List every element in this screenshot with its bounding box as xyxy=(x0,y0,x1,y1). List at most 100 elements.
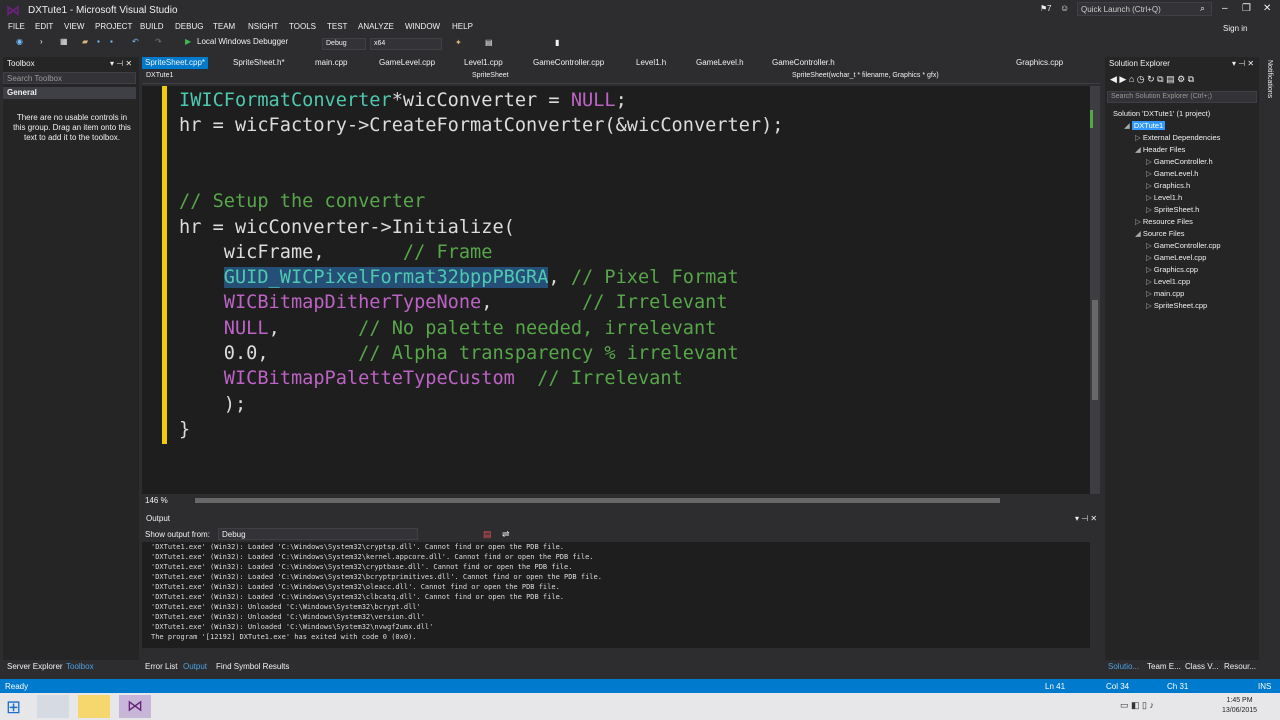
expand-arrow-icon[interactable]: ▷ xyxy=(1146,253,1154,262)
expand-arrow-icon[interactable]: ▷ xyxy=(1146,277,1154,286)
menu-nsight[interactable]: NSIGHT xyxy=(248,22,278,31)
expand-arrow-icon[interactable]: ▷ xyxy=(1135,133,1143,142)
tab-server-explorer[interactable]: Server Explorer xyxy=(7,662,63,671)
tab-class-view[interactable]: Class V... xyxy=(1185,662,1219,671)
back-icon[interactable]: ◉ xyxy=(16,37,23,46)
editor-hscroll-thumb[interactable] xyxy=(195,498,1000,503)
tree-item[interactable]: ▷ Graphics.h xyxy=(1146,180,1190,192)
tab-team-explorer[interactable]: Team E... xyxy=(1147,662,1181,671)
maximize-button[interactable]: ❐ xyxy=(1242,3,1251,14)
code-line[interactable]: hr = wicConverter->Initialize( xyxy=(179,215,515,240)
back-icon[interactable]: ◀ ▶ ⌂ ◷ ↻ ⧉ ▤ ⚙ ⧉ xyxy=(1110,74,1194,85)
expand-arrow-icon[interactable]: ▷ xyxy=(1146,157,1154,166)
tree-item[interactable]: ▷ GameLevel.h xyxy=(1146,168,1198,180)
tab-gamelevel-h[interactable]: GameLevel.h xyxy=(693,57,747,69)
menu-team[interactable]: TEAM xyxy=(213,22,235,31)
expand-arrow-icon[interactable]: ▷ xyxy=(1146,289,1154,298)
expand-arrow-icon[interactable]: ▷ xyxy=(1146,265,1154,274)
menu-view[interactable]: VIEW xyxy=(64,22,84,31)
tree-item[interactable]: Solution 'DXTute1' (1 project) xyxy=(1113,108,1210,120)
tab-resource-view[interactable]: Resour... xyxy=(1224,662,1256,671)
solution-search-input[interactable]: Search Solution Explorer (Ctrl+;) xyxy=(1107,91,1257,103)
feedback-icon[interactable]: ☺ xyxy=(1060,3,1069,13)
open-file-icon[interactable]: ▰ xyxy=(82,37,88,46)
editor-scroll-thumb[interactable] xyxy=(1092,300,1098,400)
menu-tools[interactable]: TOOLS xyxy=(289,22,316,31)
tree-item[interactable]: ▷ Resource Files xyxy=(1135,216,1193,228)
comment-icon[interactable]: ▤ xyxy=(485,38,493,47)
tree-item[interactable]: ▷ GameLevel.cpp xyxy=(1146,252,1206,264)
minimize-button[interactable]: – xyxy=(1222,3,1228,14)
debugger-label[interactable]: Local Windows Debugger xyxy=(197,37,288,46)
toolbox-group-general[interactable]: General xyxy=(3,87,136,99)
notifications-tab[interactable]: Notifications xyxy=(1266,60,1273,98)
tab-spritesheet-cpp[interactable]: SpriteSheet.cpp* xyxy=(142,57,209,69)
tab-gamecontroller-cpp[interactable]: GameController.cpp xyxy=(530,57,607,69)
platform-combo[interactable]: x64 xyxy=(370,38,442,50)
tab-toolbox[interactable]: Toolbox xyxy=(66,662,94,671)
tray-icons[interactable]: ▭ ◧ ▯ ♪ xyxy=(1120,700,1154,711)
expand-arrow-icon[interactable]: ▷ xyxy=(1146,169,1154,178)
tree-item[interactable]: ▷ Graphics.cpp xyxy=(1146,264,1198,276)
nav-project[interactable]: DXTute1 xyxy=(146,72,173,79)
code-line[interactable]: hr = wicFactory->CreateFormatConverter(&… xyxy=(179,113,784,138)
tree-item[interactable]: ▷ GameController.cpp xyxy=(1146,240,1221,252)
nsight-icon[interactable]: ✦ xyxy=(455,38,462,47)
expand-arrow-icon[interactable]: ▷ xyxy=(1146,301,1154,310)
nav-class[interactable]: SpriteSheet xyxy=(472,72,509,79)
tab-find-symbol[interactable]: Find Symbol Results xyxy=(216,662,289,671)
toolbox-search-input[interactable]: Search Toolbox xyxy=(3,72,136,84)
notification-count[interactable]: 7 xyxy=(1047,4,1051,13)
tab-error-list[interactable]: Error List xyxy=(145,662,177,671)
pin-icon[interactable]: ▾ ⊣ ✕ xyxy=(110,59,132,68)
bookmark-icon[interactable]: ▮ xyxy=(555,38,559,47)
clock[interactable]: 1:45 PM 13/06/2015 xyxy=(1222,696,1257,716)
expand-arrow-icon[interactable]: ◢ xyxy=(1135,145,1143,154)
new-project-icon[interactable]: ▦ xyxy=(60,37,68,46)
code-line[interactable]: // Setup the converter xyxy=(179,189,425,214)
expand-arrow-icon[interactable]: ▷ xyxy=(1146,205,1154,214)
tree-item[interactable]: ▷ Level1.cpp xyxy=(1146,276,1190,288)
se-pin-icon[interactable]: ▾ ⊣ ✕ xyxy=(1232,59,1254,68)
quick-launch-input[interactable]: Quick Launch (Ctrl+Q) xyxy=(1077,2,1212,16)
code-line[interactable]: } xyxy=(179,417,190,442)
code-line[interactable]: 0.0, // Alpha transparency % irrelevant xyxy=(179,341,739,366)
close-button[interactable]: ✕ xyxy=(1263,3,1271,14)
code-line[interactable]: GUID_WICPixelFormat32bppPBGRA, // Pixel … xyxy=(179,265,739,290)
explorer-app-icon[interactable] xyxy=(37,695,69,718)
menu-help[interactable]: HELP xyxy=(452,22,473,31)
clear-all-icon[interactable]: ▤ xyxy=(483,529,492,540)
start-debug-icon[interactable]: ▶ xyxy=(185,37,191,46)
menu-build[interactable]: BUILD xyxy=(140,22,164,31)
tree-item[interactable]: ▷ GameController.h xyxy=(1146,156,1213,168)
menu-analyze[interactable]: ANALYZE xyxy=(358,22,394,31)
expand-arrow-icon[interactable]: ◢ xyxy=(1135,229,1143,238)
menu-edit[interactable]: EDIT xyxy=(35,22,53,31)
menu-test[interactable]: TEST xyxy=(327,22,347,31)
expand-arrow-icon[interactable]: ◢ xyxy=(1124,121,1132,130)
redo-icon[interactable]: ↷ xyxy=(155,37,162,46)
expand-arrow-icon[interactable]: ▷ xyxy=(1146,193,1154,202)
code-line[interactable]: WICBitmapPaletteTypeCustom // Irrelevant xyxy=(179,366,683,391)
zoom-level[interactable]: 146 % xyxy=(145,496,168,505)
search-icon[interactable]: ⌕ xyxy=(1200,3,1205,14)
forward-icon[interactable]: › xyxy=(40,37,43,46)
tree-item[interactable]: ◢ DXTute1 xyxy=(1124,120,1166,132)
code-line[interactable]: WICBitmapDitherTypeNone, // Irrelevant xyxy=(179,290,728,315)
tree-item[interactable]: ▷ SpriteSheet.cpp xyxy=(1146,300,1207,312)
output-close-icon[interactable]: ▾ ⊣ ✕ xyxy=(1075,514,1097,523)
expand-arrow-icon[interactable]: ▷ xyxy=(1146,181,1154,190)
output-source-combo[interactable]: Debug xyxy=(218,528,418,540)
menu-file[interactable]: FILE xyxy=(8,22,25,31)
menu-project[interactable]: PROJECT xyxy=(95,22,132,31)
folder-app-icon[interactable] xyxy=(78,695,110,718)
windows-start-icon[interactable]: ⊞ xyxy=(6,697,26,717)
output-text[interactable]: 'DXTute1.exe' (Win32): Loaded 'C:\Window… xyxy=(142,542,1090,648)
expand-arrow-icon[interactable]: ▷ xyxy=(1135,217,1143,226)
editor-vertical-scrollbar[interactable] xyxy=(1090,86,1100,494)
save-all-icon[interactable]: ▪ xyxy=(110,37,113,46)
tree-item[interactable]: ▷ main.cpp xyxy=(1146,288,1184,300)
tab-gamelevel-cpp[interactable]: GameLevel.cpp xyxy=(376,57,438,69)
code-line[interactable]: IWICFormatConverter*wicConverter = NULL; xyxy=(179,88,627,113)
tree-item[interactable]: ▷ SpriteSheet.h xyxy=(1146,204,1199,216)
